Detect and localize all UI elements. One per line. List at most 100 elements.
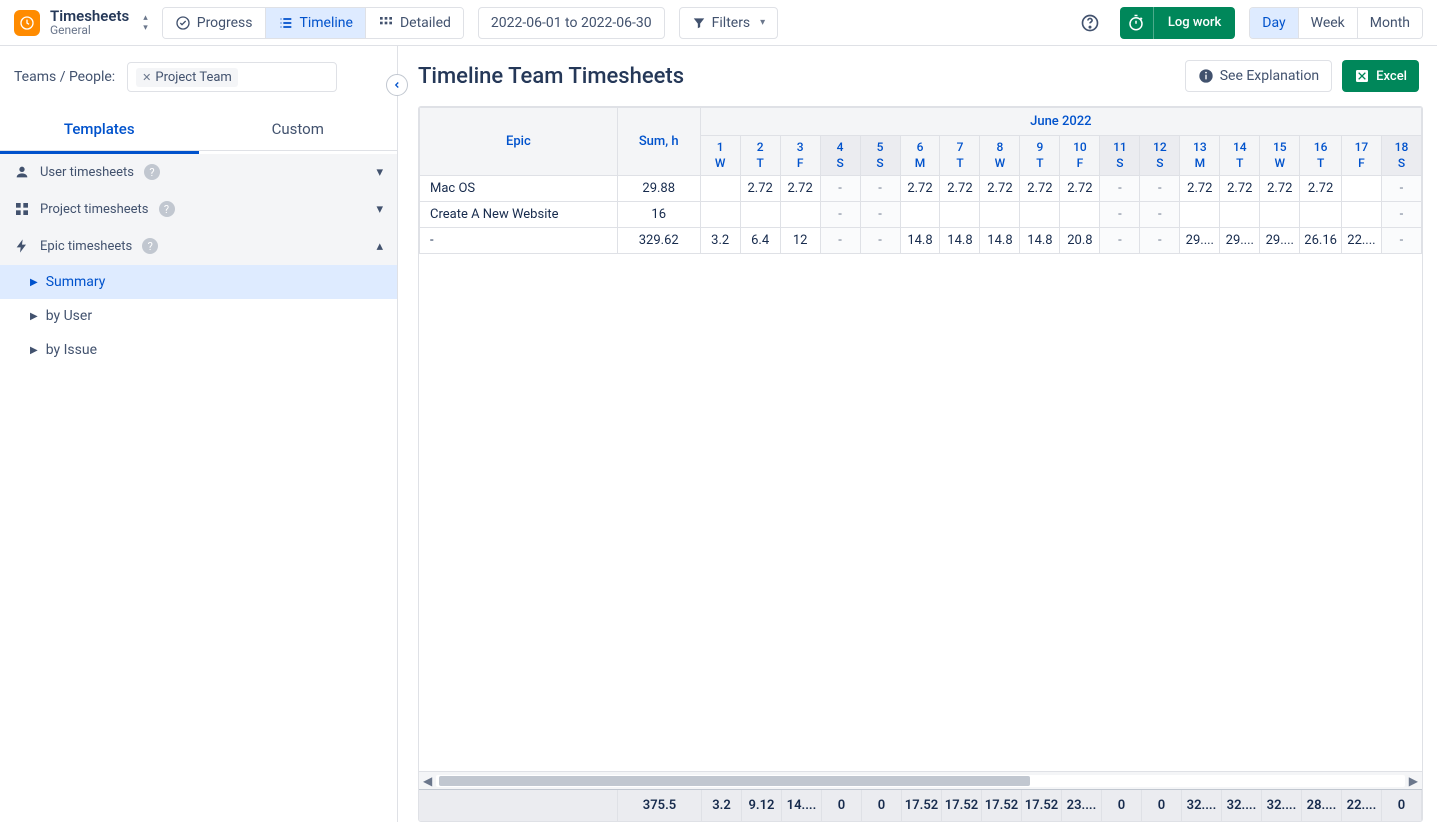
cell-value: 2.72 xyxy=(780,176,820,202)
app-subtitle: General xyxy=(50,24,129,37)
cell-value: - xyxy=(1140,176,1180,202)
horizontal-scrollbar[interactable]: ◀ ▶ xyxy=(419,771,1422,789)
group-project-timesheets[interactable]: Project timesheets ? ▾ xyxy=(0,191,397,228)
col-month-header: June 2022 xyxy=(700,108,1421,136)
col-day-header[interactable]: 14T xyxy=(1220,136,1260,176)
col-day-header[interactable]: 15W xyxy=(1260,136,1300,176)
totals-day-cell: 17.52 xyxy=(1022,790,1062,821)
view-switcher: Progress Timeline Detailed xyxy=(162,7,464,39)
scroll-right-icon[interactable]: ▶ xyxy=(1409,774,1418,788)
col-day-header[interactable]: 1W xyxy=(700,136,740,176)
tag-remove-icon[interactable]: ✕ xyxy=(142,71,151,84)
sidebar-collapse-button[interactable] xyxy=(386,74,408,96)
app-switcher-chevrons[interactable]: ▴▾ xyxy=(143,13,148,33)
col-day-header[interactable]: 18S xyxy=(1381,136,1421,176)
totals-day-cell: 32.... xyxy=(1262,790,1302,821)
group-epic-timesheets[interactable]: Epic timesheets ? ▴ xyxy=(0,228,397,265)
totals-day-cell: 9.12 xyxy=(742,790,782,821)
cell-value: - xyxy=(860,202,900,228)
app-brand: Timesheets General ▴▾ xyxy=(14,8,148,38)
totals-day-cell: 17.52 xyxy=(902,790,942,821)
cell-value: - xyxy=(1140,228,1180,254)
totals-day-cell: 32.... xyxy=(1182,790,1222,821)
cell-value: - xyxy=(820,228,860,254)
date-range-label: 2022-06-01 to 2022-06-30 xyxy=(491,15,652,31)
col-day-header[interactable]: 11S xyxy=(1100,136,1140,176)
view-progress-button[interactable]: Progress xyxy=(163,8,266,38)
timescale-day-label: Day xyxy=(1262,15,1285,31)
group-epic-label: Epic timesheets xyxy=(40,239,132,254)
col-sum-header[interactable]: Sum, h xyxy=(617,108,700,176)
epic-summary-label: Summary xyxy=(46,274,106,290)
cell-value: - xyxy=(1100,176,1140,202)
export-excel-button[interactable]: Excel xyxy=(1342,60,1419,92)
col-day-header[interactable]: 7T xyxy=(940,136,980,176)
cell-value: 2.72 xyxy=(980,176,1020,202)
help-icon[interactable]: ? xyxy=(144,164,160,180)
totals-day-cell: 0 xyxy=(862,790,902,821)
col-day-header[interactable]: 13M xyxy=(1180,136,1220,176)
view-timeline-button[interactable]: Timeline xyxy=(266,8,366,38)
chevron-down-icon: ▾ xyxy=(760,17,765,28)
col-day-header[interactable]: 6M xyxy=(900,136,940,176)
tab-custom[interactable]: Custom xyxy=(199,108,398,150)
epic-by-issue-item[interactable]: ▶ by Issue xyxy=(0,333,397,367)
cell-value xyxy=(1180,202,1220,228)
epic-summary-item[interactable]: ▶ Summary xyxy=(0,265,397,299)
group-project-label: Project timesheets xyxy=(40,202,149,217)
caret-right-icon: ▶ xyxy=(30,311,38,322)
cell-epic-name[interactable]: Create A New Website xyxy=(420,202,618,228)
col-day-header[interactable]: 16T xyxy=(1300,136,1342,176)
cell-value: - xyxy=(1381,228,1421,254)
tab-templates[interactable]: Templates xyxy=(0,108,199,150)
filters-label: Filters xyxy=(712,15,751,31)
timescale-week-button[interactable]: Week xyxy=(1299,8,1358,38)
col-epic-header[interactable]: Epic xyxy=(420,108,618,176)
see-explanation-button[interactable]: See Explanation xyxy=(1185,60,1332,92)
people-filter-input[interactable]: ✕ Project Team xyxy=(127,62,337,92)
col-day-header[interactable]: 5S xyxy=(860,136,900,176)
col-day-header[interactable]: 9T xyxy=(1020,136,1060,176)
totals-row: 375.53.29.1214....0017.5217.5217.5217.52… xyxy=(419,789,1422,821)
col-day-header[interactable]: 2T xyxy=(740,136,780,176)
cell-value: - xyxy=(1100,228,1140,254)
totals-day-cell: 0 xyxy=(1142,790,1182,821)
page-title: Timeline Team Timesheets xyxy=(418,64,684,89)
help-icon[interactable]: ? xyxy=(159,201,175,217)
totals-day-cell: 17.52 xyxy=(982,790,1022,821)
stopwatch-icon xyxy=(1120,7,1154,39)
cell-value: 2.72 xyxy=(1180,176,1220,202)
scroll-left-icon[interactable]: ◀ xyxy=(423,774,432,788)
timescale-month-label: Month xyxy=(1370,15,1410,31)
cell-epic-name[interactable]: - xyxy=(420,228,618,254)
group-user-timesheets[interactable]: User timesheets ? ▾ xyxy=(0,154,397,191)
timescale-day-button[interactable]: Day xyxy=(1250,8,1298,38)
col-day-header[interactable]: 3F xyxy=(780,136,820,176)
log-work-button[interactable]: Log work xyxy=(1120,7,1235,39)
col-day-header[interactable]: 12S xyxy=(1140,136,1180,176)
view-detailed-button[interactable]: Detailed xyxy=(366,8,463,38)
col-day-header[interactable]: 10F xyxy=(1060,136,1100,176)
date-range-picker[interactable]: 2022-06-01 to 2022-06-30 xyxy=(478,7,665,39)
col-day-header[interactable]: 8W xyxy=(980,136,1020,176)
epic-by-user-item[interactable]: ▶ by User xyxy=(0,299,397,333)
chevron-down-icon: ▾ xyxy=(376,165,383,180)
top-bar: Timesheets General ▴▾ Progress Timeline … xyxy=(0,0,1437,46)
view-detailed-label: Detailed xyxy=(400,15,451,31)
cell-value: 2.72 xyxy=(1300,176,1342,202)
table-row: Create A New Website16----- xyxy=(420,202,1422,228)
col-day-header[interactable]: 17F xyxy=(1341,136,1381,176)
timescale-month-button[interactable]: Month xyxy=(1358,8,1422,38)
app-title: Timesheets xyxy=(50,8,129,25)
cell-epic-name[interactable]: Mac OS xyxy=(420,176,618,202)
timesheet-table: EpicSum, hJune 20221W2T3F4S5S6M7T8W9T10F… xyxy=(418,106,1423,822)
col-day-header[interactable]: 4S xyxy=(820,136,860,176)
cell-value: 14.8 xyxy=(980,228,1020,254)
help-icon[interactable]: ? xyxy=(142,238,158,254)
chevron-down-icon: ▾ xyxy=(376,202,383,217)
filters-button[interactable]: Filters ▾ xyxy=(679,7,779,39)
table-scroll-area[interactable]: EpicSum, hJune 20221W2T3F4S5S6M7T8W9T10F… xyxy=(419,107,1422,771)
cell-value xyxy=(1341,176,1381,202)
help-button[interactable] xyxy=(1074,7,1106,39)
scrollbar-thumb[interactable] xyxy=(439,776,1030,786)
